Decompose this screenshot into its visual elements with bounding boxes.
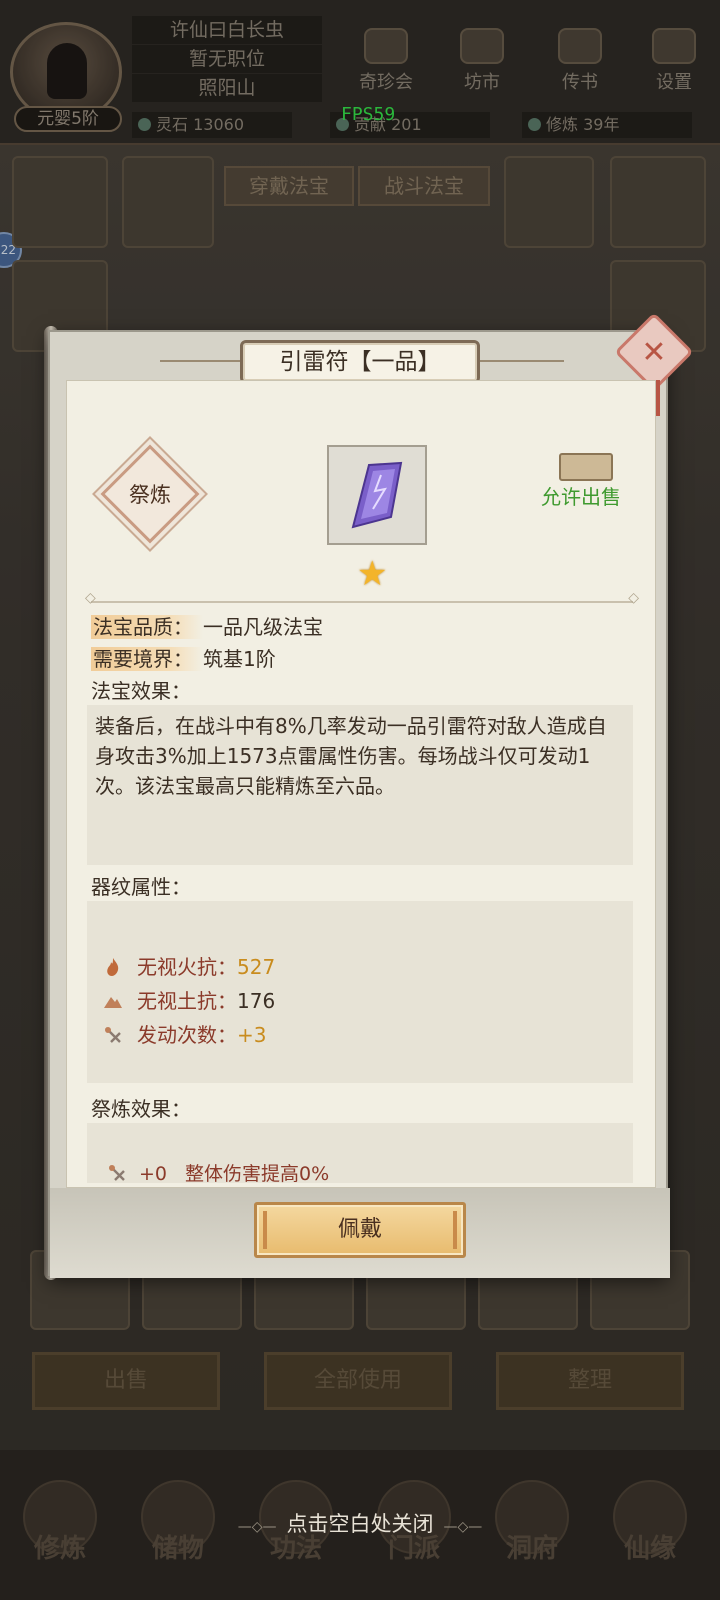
effect-text: 装备后，在战斗中有8%几率发动一品引雷符对敌人造成自身攻击3%加上1573点雷属… <box>95 714 607 798</box>
dialog-footer: 佩戴 <box>50 1188 670 1278</box>
close-icon: ✕ <box>641 334 667 370</box>
quality-row: 法宝品质： 一品凡级法宝 <box>91 611 323 640</box>
attribute-value: +3 <box>237 1023 267 1047</box>
item-detail-dialog: 引雷符【一品】 ✕ 祭炼 ★ 允许出售 法宝品质：一品凡级法宝 需要境界：筑基1… <box>48 312 694 1278</box>
trigger-arrow-icon <box>109 1165 125 1181</box>
realm-row: 需要境界： 筑基1阶 <box>91 643 276 672</box>
trigger-arrow-icon <box>105 1027 121 1043</box>
mountain-icon <box>104 997 122 1008</box>
attribute-row: 无视土抗：176 <box>103 987 275 1015</box>
effect-label: 法宝效果： <box>91 679 191 703</box>
pattern-label: 器纹属性： <box>91 875 191 899</box>
refine-label: 祭炼 <box>129 483 171 507</box>
refine-effect-plus: +0 <box>139 1163 168 1185</box>
title-ornament-right <box>474 360 564 362</box>
title-ornament-left <box>160 360 246 362</box>
dialog-title: 引雷符【一品】 <box>240 340 480 384</box>
star-rating: ★ <box>357 554 388 594</box>
item-icon-frame <box>327 445 427 545</box>
attribute-name: 无视土抗： <box>137 989 237 1013</box>
attribute-value: 527 <box>237 955 276 979</box>
close-tassel <box>656 380 660 416</box>
refine-button[interactable]: 祭炼 <box>100 444 200 544</box>
section-divider <box>85 590 639 606</box>
refine-effect-row: +0 整体伤害提高0% <box>107 1159 329 1186</box>
attribute-value: 176 <box>237 989 276 1013</box>
attribute-row: 发动次数：+3 <box>103 1021 266 1049</box>
attribute-name: 无视火抗： <box>137 955 237 979</box>
tap-to-close-hint: 点击空白处关闭 <box>0 1508 720 1538</box>
treasure-chest-icon <box>559 453 613 481</box>
refine-effect-text: 整体伤害提高0% <box>185 1163 330 1185</box>
flame-icon <box>107 958 119 976</box>
realm-key: 需要境界： <box>91 647 203 671</box>
wear-button[interactable]: 佩戴 <box>254 1202 466 1258</box>
refine-effect-label: 祭炼效果： <box>91 1097 191 1121</box>
allow-sale-label: 允许出售 <box>541 485 621 509</box>
attribute-name: 发动次数： <box>137 1023 237 1047</box>
purple-talisman-icon <box>351 461 403 529</box>
dialog-body: 祭炼 ★ 允许出售 法宝品质：一品凡级法宝 需要境界：筑基1阶 法宝效果： 装备… <box>66 380 656 1188</box>
realm-value: 筑基1阶 <box>203 647 276 671</box>
quality-key: 法宝品质： <box>91 615 203 639</box>
attribute-row: 无视火抗：527 <box>103 953 275 981</box>
quality-value: 一品凡级法宝 <box>203 615 323 639</box>
